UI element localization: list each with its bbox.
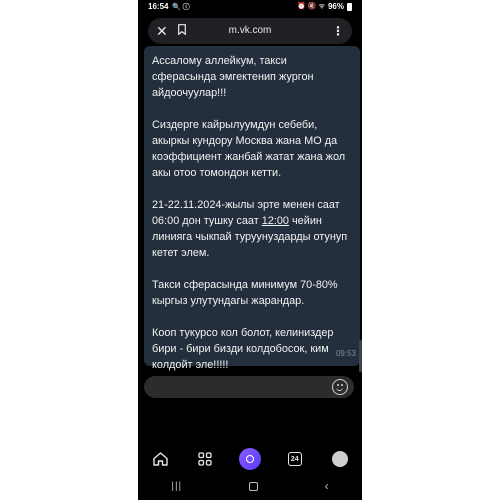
battery-icon	[347, 2, 352, 11]
phone-screen: 16:54 🔍 ⓘ ⏰ 🔇 ᯤ 96% ✕ m.vk.com ⋮ Ассалом…	[138, 0, 362, 500]
tabs-count-icon: 24	[287, 452, 302, 466]
message-paragraph: Кооп тукурсо кол болот, келиниздер бири …	[152, 327, 334, 371]
url-text[interactable]: m.vk.com	[148, 25, 352, 36]
home-button-icon[interactable]	[248, 481, 258, 491]
message-input[interactable]	[144, 376, 354, 398]
message-paragraph: Сиздерге кайрылуумдун себеби, акыркы кун…	[152, 119, 346, 179]
grid-icon	[198, 452, 212, 466]
status-bar: 16:54 🔍 ⓘ ⏰ 🔇 ᯤ 96%	[138, 0, 362, 14]
browser-bottom-nav: 24	[138, 444, 362, 474]
status-time: 16:54	[148, 2, 169, 11]
battery-level: 96%	[327, 2, 344, 11]
more-menu-icon[interactable]: ⋮	[332, 22, 344, 40]
time-link[interactable]: 12:00	[262, 215, 289, 227]
message-timestamp: 09:53	[335, 349, 356, 358]
sticker-icon[interactable]	[332, 379, 348, 395]
system-icons: ⏰ 🔇 ᯤ	[297, 3, 325, 10]
nav-profile[interactable]	[328, 447, 352, 471]
recent-apps-icon[interactable]: |||	[171, 481, 182, 492]
system-navigation-bar: ||| ‹	[138, 476, 362, 496]
nav-services[interactable]	[193, 447, 217, 471]
avatar	[331, 451, 348, 467]
notification-icons: 🔍 ⓘ	[172, 4, 190, 11]
message-paragraph: Ассалому аллейкум, такси сферасында эмге…	[152, 55, 314, 99]
alice-assistant-icon	[238, 448, 261, 470]
message-paragraph: Такси сферасында минимум 70-80% кыргыз у…	[152, 279, 338, 307]
scrollbar-thumb[interactable]	[359, 340, 362, 372]
message-paragraph: 21-22.11.2024-жылы эрте менен саат 06:00…	[152, 197, 352, 261]
back-icon[interactable]: ‹	[325, 479, 329, 493]
browser-address-bar: ✕ m.vk.com ⋮	[148, 18, 352, 44]
nav-assistant[interactable]	[238, 447, 262, 471]
nav-home[interactable]	[148, 447, 172, 471]
message-bubble: Ассалому аллейкум, такси сферасында эмге…	[144, 46, 360, 371]
home-icon	[153, 452, 168, 466]
status-right: ⏰ 🔇 ᯤ 96%	[297, 2, 352, 11]
nav-tabs[interactable]: 24	[283, 447, 307, 471]
